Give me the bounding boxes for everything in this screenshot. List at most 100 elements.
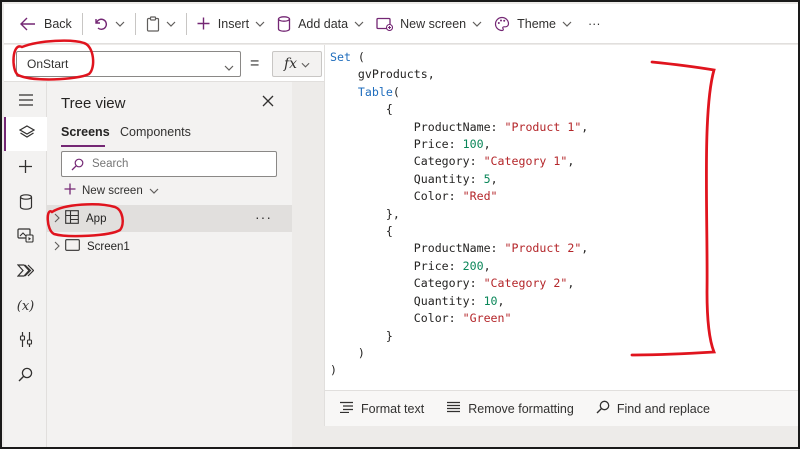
rail-power-automate[interactable] — [4, 255, 47, 289]
brace-close: }, — [385, 206, 400, 221]
rail-tree-view[interactable] — [4, 117, 47, 151]
find-replace-label: Find and replace — [616, 401, 710, 416]
plus-icon — [64, 183, 82, 198]
more-options-icon[interactable]: ··· — [255, 209, 272, 225]
active-tab-indicator — [61, 145, 105, 147]
chevron-down-icon — [224, 60, 234, 74]
panel-title: Tree view — [61, 95, 126, 112]
field-name: Category — [413, 154, 470, 169]
string-value: "Product 1" — [504, 119, 582, 134]
close-icon[interactable] — [262, 95, 274, 110]
paste-chevron-down-icon[interactable] — [166, 21, 176, 27]
property-value: OnStart — [27, 57, 69, 71]
field-name: Color — [413, 189, 449, 204]
number-value: 200 — [462, 258, 484, 273]
theme-label: Theme — [517, 16, 557, 31]
back-arrow-icon — [20, 17, 36, 31]
hamburger-icon — [18, 93, 34, 109]
field-name: Quantity — [413, 293, 470, 308]
toolbar-divider — [134, 12, 136, 35]
formula-code: Set ( gvProducts, Table( { ProductName: … — [330, 50, 589, 378]
palette-icon — [494, 16, 510, 32]
field-name: ProductName — [413, 119, 491, 134]
formula-editor-toolbar: Format text Remove formatting Find and r… — [324, 390, 798, 426]
variables-icon: (x) — [16, 298, 35, 314]
screen-icon — [65, 239, 80, 254]
paste-button[interactable] — [140, 9, 182, 39]
property-dropdown[interactable]: OnStart — [16, 51, 241, 77]
new-screen-label: New screen — [400, 16, 467, 31]
insert-button[interactable]: Insert — [191, 9, 271, 39]
brace-open: { — [385, 102, 393, 117]
undo-icon — [93, 17, 109, 31]
search-icon — [18, 367, 33, 385]
undo-chevron-down-icon[interactable] — [115, 21, 125, 27]
variable-name: gvProducts — [357, 67, 428, 82]
new-screen-link[interactable]: New screen — [64, 183, 165, 198]
tab-screens[interactable]: Screens — [61, 125, 110, 139]
theme-button[interactable]: Theme — [488, 9, 578, 39]
plus-icon — [197, 17, 210, 30]
field-name: Color — [413, 311, 449, 326]
toolbar-divider — [81, 12, 83, 35]
paren-open: ( — [350, 50, 365, 64]
rail-menu-button[interactable] — [4, 84, 47, 118]
string-value: "Green" — [462, 311, 512, 326]
chevron-down-icon — [149, 185, 165, 197]
brace-close: } — [385, 328, 393, 343]
fx-chevron-down-icon — [301, 56, 310, 72]
string-value: "Product 2" — [504, 241, 582, 256]
rail-insert[interactable] — [4, 151, 47, 185]
more-commands-button[interactable]: ··· — [582, 9, 607, 39]
format-text-button[interactable]: Format text — [339, 401, 424, 416]
format-text-label: Format text — [361, 401, 425, 416]
fx-icon: fx — [283, 56, 298, 72]
new-screen-link-label: New screen — [82, 184, 143, 197]
add-data-chevron-down-icon — [354, 21, 364, 27]
tree-item-screen1[interactable]: Screen1 — [47, 233, 292, 260]
paren-close: ) — [330, 363, 337, 378]
rail-search[interactable] — [4, 359, 47, 393]
remove-formatting-label: Remove formatting — [468, 401, 574, 416]
equals-sign: = — [250, 55, 260, 72]
chevron-right-icon[interactable] — [54, 212, 60, 226]
left-nav-rail: (x) — [4, 82, 47, 447]
add-data-label: Add data — [298, 16, 349, 31]
number-value: 5 — [483, 171, 491, 186]
insert-chevron-down-icon — [255, 21, 265, 27]
formula-bar: OnStart = fx — [4, 45, 324, 82]
keyword-table: Table — [357, 84, 393, 99]
tree-item-label: App — [86, 212, 107, 225]
find-replace-button[interactable]: Find and replace — [596, 400, 710, 417]
number-value: 10 — [483, 293, 498, 308]
undo-button[interactable] — [87, 9, 131, 39]
rail-media[interactable] — [4, 220, 47, 254]
database-icon — [19, 193, 33, 213]
tab-components[interactable]: Components — [120, 125, 191, 139]
tree-search[interactable] — [61, 151, 277, 177]
rail-data[interactable] — [4, 186, 47, 220]
rail-advanced-tools[interactable] — [4, 324, 47, 358]
chevron-right-icon[interactable] — [54, 240, 60, 254]
new-screen-button[interactable]: New screen — [370, 9, 488, 39]
formula-editor[interactable]: Set ( gvProducts, Table( { ProductName: … — [324, 45, 798, 390]
remove-formatting-button[interactable]: Remove formatting — [446, 401, 574, 416]
power-automate-icon — [16, 264, 35, 280]
add-data-button[interactable]: Add data — [271, 9, 370, 39]
back-button[interactable]: Back — [14, 9, 78, 39]
string-value: "Red" — [462, 189, 498, 204]
function-button[interactable]: fx — [272, 51, 322, 77]
more-icon: ··· — [588, 16, 601, 31]
search-input[interactable] — [92, 156, 262, 172]
tree-item-app[interactable]: App ··· — [47, 205, 292, 232]
format-text-icon — [339, 401, 361, 416]
field-name: Quantity — [413, 171, 470, 186]
rail-variables[interactable]: (x) — [4, 289, 47, 323]
field-name: Price — [413, 258, 449, 273]
comma: , — [427, 67, 435, 82]
toolbar-divider — [185, 12, 187, 35]
field-name: Category — [413, 276, 470, 291]
tree-view-panel: Tree view Screens Components New screen — [47, 82, 292, 447]
layers-icon — [18, 125, 35, 143]
brace-open: { — [385, 224, 393, 239]
